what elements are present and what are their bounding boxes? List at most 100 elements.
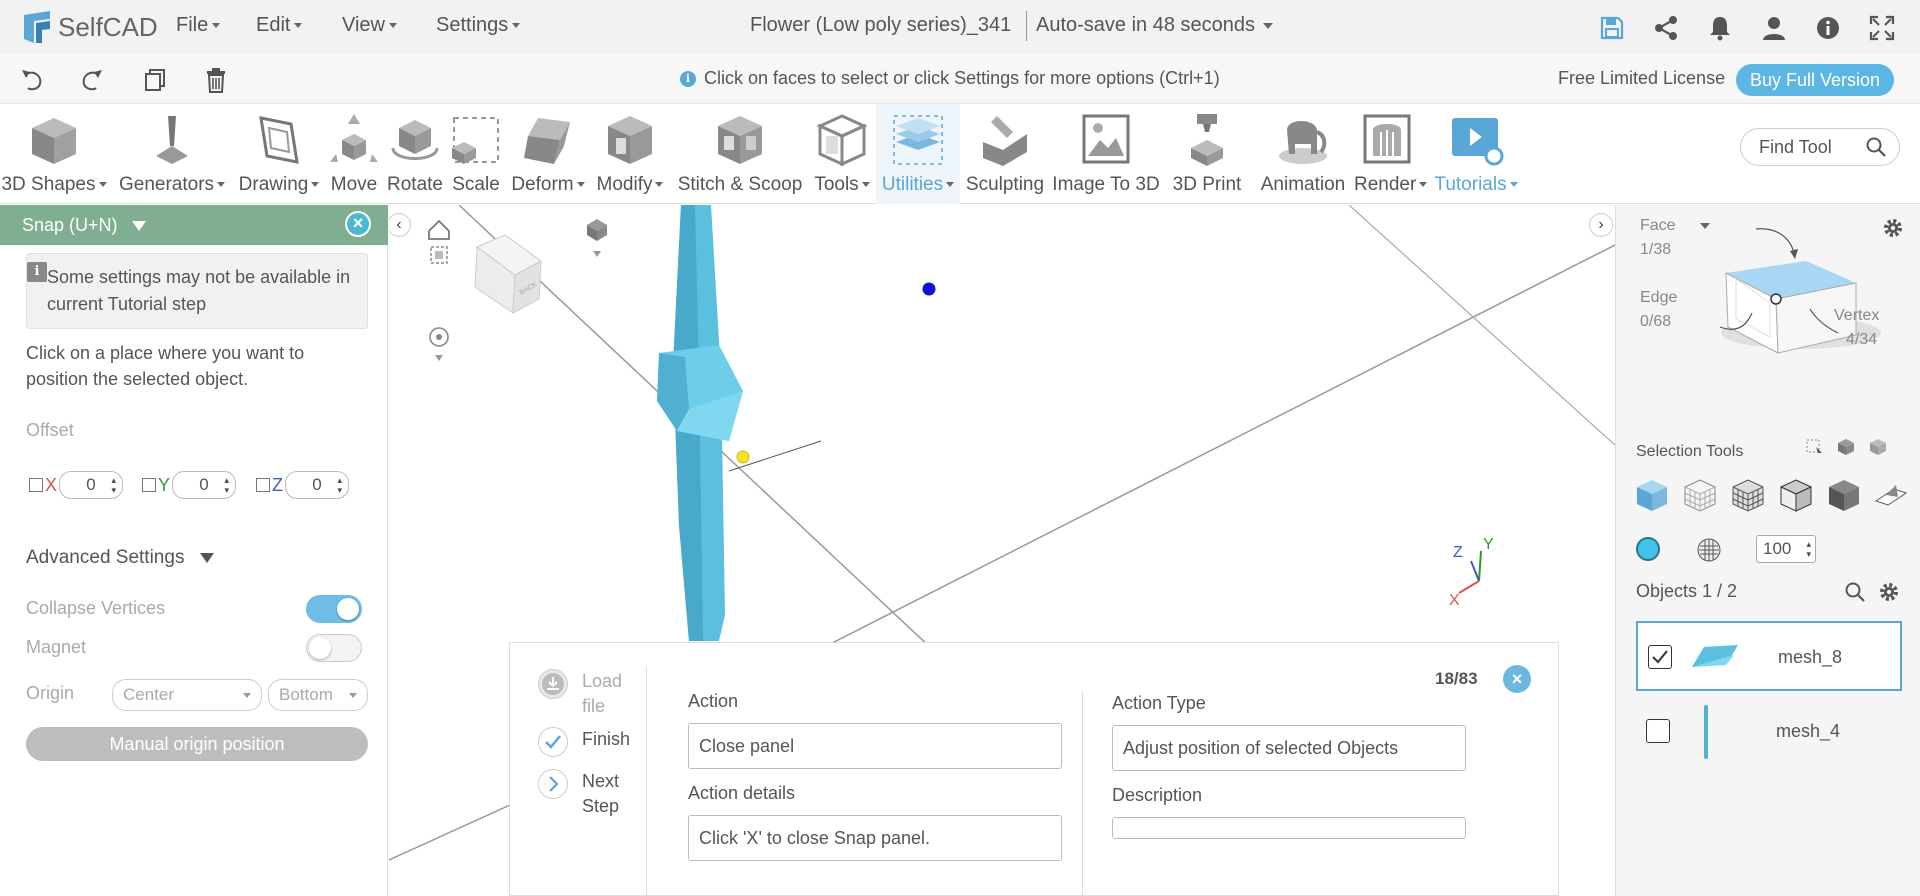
info-icon[interactable]: [1814, 14, 1842, 42]
object-checkbox[interactable]: [1648, 645, 1672, 669]
zoom-fit-icon[interactable]: [430, 246, 448, 264]
vertex-label[interactable]: Vertex: [1834, 307, 1879, 325]
menu-view[interactable]: View: [342, 14, 397, 37]
user-icon[interactable]: [1760, 14, 1788, 42]
select-object-icon[interactable]: [1836, 437, 1856, 457]
snap-panel: Snap (U+N) × i Some settings may not be …: [0, 205, 388, 896]
redo-icon[interactable]: [78, 66, 106, 94]
bell-icon[interactable]: [1706, 14, 1734, 42]
tool-stitch-scoop[interactable]: Stitch & Scoop: [672, 104, 808, 204]
tool-sculpting[interactable]: Sculpting: [960, 104, 1050, 204]
object-name[interactable]: mesh_8: [1778, 647, 1842, 668]
tool-drawing[interactable]: Drawing: [236, 104, 322, 204]
edge-label[interactable]: Edge: [1640, 289, 1677, 307]
save-icon[interactable]: [1598, 14, 1626, 42]
offset-y-input[interactable]: 0: [172, 471, 237, 499]
offset-y-checkbox[interactable]: [142, 478, 156, 492]
pivot-point-marker[interactable]: [736, 450, 750, 464]
collapse-vertices-toggle[interactable]: [306, 595, 362, 623]
object-row-mesh-8[interactable]: mesh_8: [1636, 621, 1902, 691]
buy-full-version-button[interactable]: Buy Full Version: [1736, 64, 1894, 96]
tool-tutorials[interactable]: Tutorials: [1420, 104, 1532, 204]
top-bar: SelfCAD File Edit View Settings Flower (…: [0, 0, 1920, 54]
tool-rotate[interactable]: Rotate: [386, 104, 444, 204]
tool-deform[interactable]: Deform: [508, 104, 588, 204]
face-label-text: Face: [1640, 217, 1676, 234]
opacity-input[interactable]: 100: [1756, 535, 1816, 563]
step-next[interactable]: Next Step: [538, 769, 642, 819]
menu-file[interactable]: File: [176, 14, 220, 37]
stem-mesh[interactable]: [657, 205, 743, 641]
offset-x-input[interactable]: 0: [59, 471, 124, 499]
object-color-swatch[interactable]: [1636, 537, 1660, 561]
tool-modify[interactable]: Modify: [588, 104, 672, 204]
action-details-field: Click 'X' to close Snap panel.: [688, 815, 1062, 861]
snap-panel-header[interactable]: Snap (U+N) ×: [0, 205, 388, 245]
solid-cube-icon[interactable]: [1778, 477, 1814, 513]
face-label[interactable]: Face: [1640, 217, 1711, 235]
advanced-settings-toggle[interactable]: Advanced Settings: [26, 547, 214, 569]
texture-icon[interactable]: [1696, 537, 1722, 563]
tool-scale[interactable]: Scale: [444, 104, 508, 204]
menu-settings[interactable]: Settings: [436, 14, 520, 37]
close-icon[interactable]: ×: [345, 211, 371, 237]
select-group-icon[interactable]: [1868, 437, 1888, 457]
step-load-file[interactable]: Load file: [538, 669, 642, 719]
axis-z-label: Z: [1453, 544, 1463, 561]
wireframe-cube-icon[interactable]: [1682, 477, 1718, 513]
fullscreen-icon[interactable]: [1868, 14, 1896, 42]
generator-icon: [156, 116, 188, 164]
tool-utilities[interactable]: Utilities: [876, 104, 960, 204]
document-title[interactable]: Flower (Low poly series)_341: [750, 14, 1011, 37]
object-row-mesh-4[interactable]: mesh_4: [1636, 697, 1902, 767]
search-icon[interactable]: [1865, 136, 1887, 158]
home-view-icon[interactable]: [428, 219, 450, 240]
find-tool-search[interactable]: [1740, 128, 1900, 166]
collapse-right-panel-button[interactable]: ›: [1589, 213, 1613, 237]
divider: [646, 667, 647, 896]
step-finish[interactable]: Finish: [538, 727, 642, 757]
offset-z-checkbox[interactable]: [256, 478, 270, 492]
grid-cube-icon[interactable]: [1730, 477, 1766, 513]
orbit-icon[interactable]: [429, 327, 449, 361]
gear-icon[interactable]: [1878, 581, 1900, 603]
tool-generators[interactable]: Generators: [108, 104, 236, 204]
menu-edit[interactable]: Edit: [256, 14, 302, 37]
copy-icon[interactable]: [140, 66, 168, 94]
magnet-toggle[interactable]: [306, 634, 362, 662]
tool-image-to-3d[interactable]: Image To 3D: [1050, 104, 1162, 204]
tutorial-note-text: Some settings may not be available in cu…: [47, 267, 351, 314]
manual-origin-button[interactable]: Manual origin position: [26, 727, 368, 761]
origin-select-center[interactable]: Center: [112, 679, 262, 711]
select-area-icon[interactable]: [1804, 437, 1824, 457]
tool-3d-print[interactable]: 3D Print: [1162, 104, 1252, 204]
info-small-icon: i: [680, 70, 696, 87]
search-icon[interactable]: [1844, 581, 1866, 603]
object-name[interactable]: mesh_4: [1776, 721, 1840, 742]
origin-select-bottom[interactable]: Bottom: [268, 679, 368, 711]
tool-animation[interactable]: Animation: [1252, 104, 1354, 204]
tool-render[interactable]: Render: [1354, 104, 1420, 204]
snap-panel-title[interactable]: Snap (U+N): [22, 215, 146, 236]
camera-mode-icon[interactable]: [587, 219, 607, 257]
checkmark-icon: [1652, 650, 1668, 664]
tool-3d-shapes[interactable]: 3D Shapes: [0, 104, 108, 204]
close-icon[interactable]: ×: [1503, 665, 1531, 693]
autosave-dropdown[interactable]: Auto-save in 48 seconds: [1036, 14, 1273, 37]
object-checkbox[interactable]: [1646, 719, 1670, 743]
tool-move[interactable]: Move: [322, 104, 386, 204]
deform-icon: [524, 118, 570, 164]
view-cube[interactable]: BACK: [474, 234, 542, 314]
dark-cube-icon[interactable]: [1826, 477, 1862, 513]
find-tool-input[interactable]: [1759, 136, 1859, 158]
trash-icon[interactable]: [202, 66, 230, 94]
collapse-vertices-label: Collapse Vertices: [26, 598, 166, 618]
offset-x-checkbox[interactable]: [29, 478, 43, 492]
select-face-cube-icon[interactable]: [1634, 477, 1670, 513]
tool-tools[interactable]: Tools: [808, 104, 876, 204]
plane-cut-icon[interactable]: [1872, 477, 1908, 513]
undo-icon[interactable]: [18, 66, 46, 94]
offset-z-label: Z: [272, 474, 283, 495]
share-icon[interactable]: [1652, 14, 1680, 42]
offset-z-input[interactable]: 0: [285, 471, 349, 499]
